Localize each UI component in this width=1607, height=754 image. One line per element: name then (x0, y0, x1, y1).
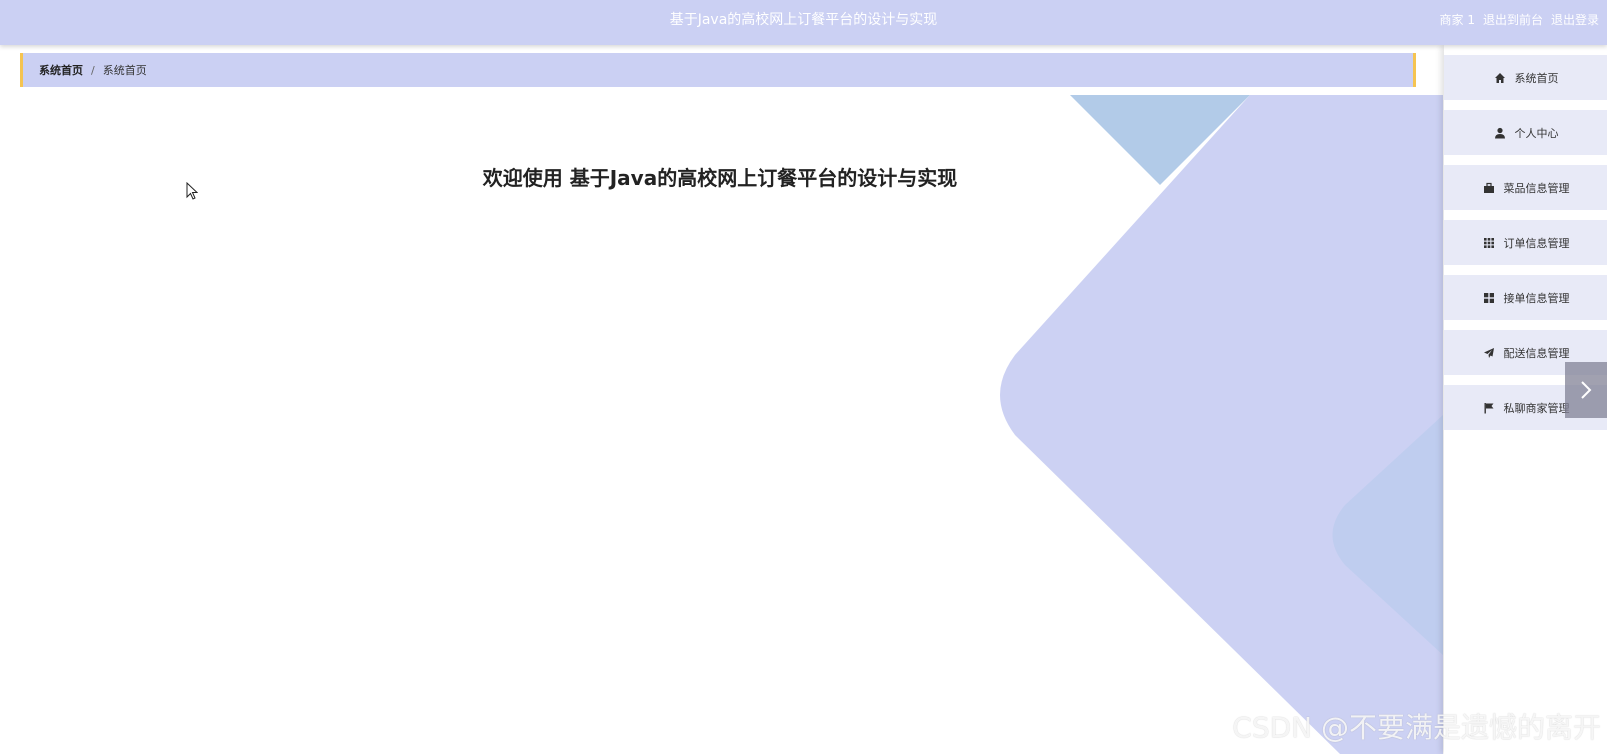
main-content (0, 95, 1443, 754)
sidebar-item-label: 系统首页 (1514, 71, 1559, 85)
sidebar-toggle-button[interactable] (1565, 362, 1607, 418)
sidebar-item-label: 订单信息管理 (1503, 236, 1570, 250)
breadcrumb-home-link[interactable]: 系统首页 (39, 62, 83, 78)
apps-icon (1482, 291, 1496, 305)
chevron-right-icon (1581, 381, 1592, 399)
exit-to-front-link[interactable]: 退出到前台 (1483, 0, 1543, 40)
top-header: 基于Java的高校网上订餐平台的设计与实现 商家 1 退出到前台 退出登录 (0, 0, 1607, 45)
sidebar-item-label: 配送信息管理 (1503, 346, 1570, 360)
breadcrumb-current: 系统首页 (102, 64, 147, 77)
welcome-heading: 欢迎使用 基于Java的高校网上订餐平台的设计与实现 (482, 166, 958, 190)
home-icon (1493, 71, 1507, 85)
flag-icon (1482, 401, 1496, 415)
paper-plane-icon (1482, 346, 1496, 360)
mouse-cursor-icon (186, 182, 198, 200)
watermark: CSDN @不要满是遗憾的离开 (1232, 711, 1601, 744)
background-decoration (1000, 95, 1443, 754)
breadcrumb-separator: / (91, 63, 95, 77)
current-user: 商家 1 (1439, 13, 1475, 27)
breadcrumb: 系统首页 / 系统首页 (20, 53, 1416, 87)
grid-icon (1482, 236, 1496, 250)
app-title: 基于Java的高校网上订餐平台的设计与实现 (669, 12, 938, 28)
sidebar-item-label: 菜品信息管理 (1503, 181, 1570, 195)
sidebar-item-label: 个人中心 (1514, 126, 1559, 140)
sidebar-item-dishes[interactable]: 菜品信息管理 (1444, 165, 1607, 210)
logout-link[interactable]: 退出登录 (1551, 0, 1599, 40)
sidebar-item-home[interactable]: 系统首页 (1444, 55, 1607, 100)
briefcase-icon (1482, 181, 1496, 195)
sidebar-item-orders[interactable]: 订单信息管理 (1444, 220, 1607, 265)
sidebar-item-accept-orders[interactable]: 接单信息管理 (1444, 275, 1607, 320)
sidebar-item-profile[interactable]: 个人中心 (1444, 110, 1607, 155)
user-icon (1493, 126, 1507, 140)
sidebar-item-label: 私聊商家管理 (1503, 401, 1570, 415)
header-user-actions: 商家 1 退出到前台 退出登录 (1440, 0, 1599, 40)
sidebar-item-label: 接单信息管理 (1503, 291, 1570, 305)
